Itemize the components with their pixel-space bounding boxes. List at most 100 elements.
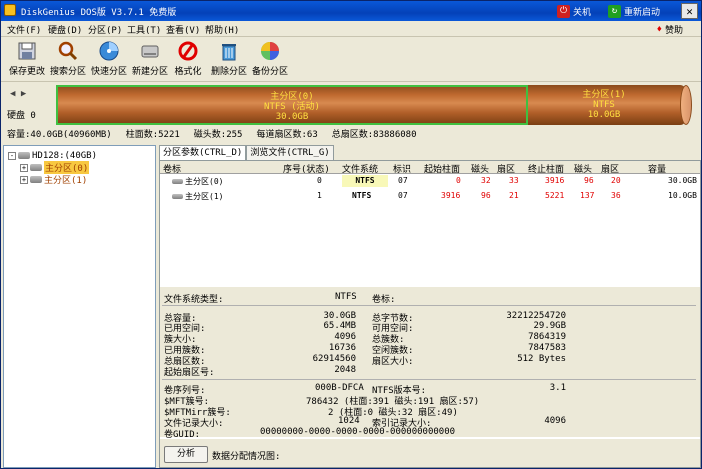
col-end-cylinder[interactable]: 终止柱面: [528, 162, 564, 175]
partition-details: 文件系统类型: NTFS 卷标: 总容量: 30.0GB 已用空间: 65.4M…: [160, 287, 700, 440]
partition-fs: NTFS: [593, 100, 615, 110]
shutdown-button[interactable]: ⏻ 关机: [557, 4, 591, 18]
partition-name: 主分区(0): [270, 92, 314, 102]
row-end-head: 137: [580, 191, 595, 200]
col-filesystem[interactable]: 文件系统: [342, 162, 378, 175]
col-start-head[interactable]: 磁头: [471, 162, 489, 175]
backup-partition-icon: [261, 42, 279, 60]
table-row[interactable]: 主分区(1) 1 NTFS 07 3916 96 21 5221 137 36 …: [160, 190, 700, 203]
row-start-cylinder: 3916: [441, 191, 461, 200]
row-volume-label: 主分区(0): [185, 177, 224, 186]
heart-icon: ♦: [656, 24, 662, 35]
fs-type-value: NTFS: [335, 292, 357, 302]
file-record-size-value: 1024: [338, 416, 360, 426]
expand-icon[interactable]: +: [20, 175, 28, 184]
menu-file[interactable]: 文件(F): [7, 23, 41, 36]
detail-value: 62914560: [312, 354, 356, 364]
capacity-info: 容量:40.0GB(40960MB): [7, 130, 112, 140]
col-id[interactable]: 标识: [393, 162, 411, 175]
new-partition-button[interactable]: 新建分区: [129, 40, 171, 80]
partition-icon: [30, 176, 42, 183]
delete-partition-icon: [222, 44, 236, 61]
tab-panel: 卷标 序号(状态) 文件系统 标识 起始柱面 磁头 扇区 终止柱面 磁头 扇区 …: [159, 160, 701, 468]
backup-partition-button[interactable]: 备份分区: [249, 40, 291, 80]
index-record-size-value: 4096: [544, 416, 566, 426]
tool-label: 快速分区: [90, 67, 127, 77]
col-end-head[interactable]: 磁头: [574, 162, 592, 175]
serial-value: 000B-DFCA: [315, 383, 364, 393]
row-start-cylinder: 0: [456, 176, 461, 185]
row-end-cylinder: 3916: [545, 176, 565, 185]
col-start-sector[interactable]: 扇区: [497, 162, 515, 175]
row-volume: 主分区(1): [172, 191, 223, 202]
col-capacity[interactable]: 容量: [648, 162, 666, 175]
col-start-cylinder[interactable]: 起始柱面: [424, 162, 460, 175]
col-index[interactable]: 序号(状态): [283, 162, 330, 175]
partition-block-0[interactable]: 主分区(0) NTFS (活动) 30.0GB: [56, 85, 528, 125]
partition-icon: [172, 179, 183, 184]
table-row[interactable]: 主分区(0) 0 NTFS 07 0 32 33 3916 96 20 30.0…: [160, 175, 700, 188]
row-end-cylinder: 5221: [545, 191, 565, 200]
detail-value: 7847583: [528, 343, 566, 353]
partition-name: 主分区(1): [582, 90, 626, 100]
save-icon: [18, 42, 36, 60]
quick-partition-button[interactable]: 快速分区: [88, 40, 130, 80]
restart-button[interactable]: ↻ 重新启动: [608, 4, 660, 18]
tab-partition-params[interactable]: 分区参数(CTRL_D): [159, 145, 247, 161]
save-changes-button[interactable]: 保存更改: [6, 40, 48, 80]
detail-value: 30.0GB: [323, 311, 356, 321]
menu-partition[interactable]: 分区(P): [88, 23, 122, 36]
delete-partition-button[interactable]: 删除分区: [208, 40, 250, 80]
format-button[interactable]: 格式化: [167, 40, 209, 80]
detail-value: 29.9GB: [533, 321, 566, 331]
tab-browse-files[interactable]: 浏览文件(CTRL_G): [246, 145, 334, 160]
search-partition-button[interactable]: 搜索分区: [47, 40, 89, 80]
row-index: 1: [317, 191, 322, 200]
row-start-head: 96: [481, 191, 491, 200]
cylinders-info: 柱面数:5221: [125, 130, 180, 140]
disk-tree: - HD128:(40GB) + 主分区(0) + 主分区(1): [3, 145, 156, 468]
table-header: 卷标 序号(状态) 文件系统 标识 起始柱面 磁头 扇区 终止柱面 磁头 扇区 …: [160, 161, 700, 175]
tree-partition-label: 主分区(1): [44, 176, 88, 186]
menu-bar: 文件(F) 硬盘(D) 分区(P) 工具(T) 查看(V) 帮助(H) ♦ 赞助: [1, 21, 701, 37]
row-end-sector: 20: [611, 176, 621, 185]
detail-value: 65.4MB: [323, 321, 356, 331]
tree-disk-label: HD128:(40GB): [32, 150, 98, 161]
row-end-head: 96: [584, 176, 594, 185]
expand-icon[interactable]: +: [20, 163, 28, 172]
hard-disk-icon: [18, 152, 30, 159]
format-icon: [178, 41, 198, 61]
analyze-button[interactable]: 分析: [164, 446, 208, 463]
quick-partition-icon: [99, 41, 119, 61]
menu-view[interactable]: 查看(V): [166, 23, 200, 36]
col-volume-label[interactable]: 卷标: [163, 162, 181, 175]
col-end-sector[interactable]: 扇区: [601, 162, 619, 175]
power-icon: ⏻: [557, 4, 570, 18]
partition-icon: [30, 164, 42, 171]
row-id: 07: [398, 176, 408, 185]
menu-help[interactable]: 帮助(H): [205, 23, 239, 36]
new-partition-icon: [141, 45, 159, 58]
disk-nav-arrows[interactable]: ◀ ▶: [10, 89, 26, 99]
row-capacity: 30.0GB: [668, 176, 697, 185]
app-icon: [4, 4, 16, 16]
partition-block-1[interactable]: 主分区(1) NTFS 10.0GB: [526, 85, 680, 125]
search-icon: [58, 41, 78, 61]
collapse-icon[interactable]: -: [8, 151, 16, 160]
disk-info-bar: 容量:40.0GB(40960MB) 柱面数:5221 磁头数:255 每道扇区…: [1, 127, 701, 141]
restart-icon: ↻: [608, 4, 621, 18]
donate-link[interactable]: ♦ 赞助: [656, 23, 683, 37]
detail-key: 起始扇区号:: [164, 368, 215, 378]
detail-value: 4096: [334, 332, 356, 342]
tree-partition-1[interactable]: + 主分区(1): [20, 173, 87, 186]
menu-disk[interactable]: 硬盘(D): [48, 23, 82, 36]
partition-size: 30.0GB: [275, 112, 309, 122]
separator: [162, 379, 696, 380]
tool-label: 保存更改: [8, 67, 45, 77]
allocation-map-label: 数据分配情况图:: [212, 452, 281, 462]
analysis-bar: 分析 数据分配情况图:: [160, 439, 700, 467]
close-button[interactable]: ✕: [681, 3, 698, 19]
disk-label: 硬盘 0: [7, 111, 36, 121]
ntfs-version-value: 3.1: [549, 383, 566, 393]
menu-tools[interactable]: 工具(T): [127, 23, 161, 36]
